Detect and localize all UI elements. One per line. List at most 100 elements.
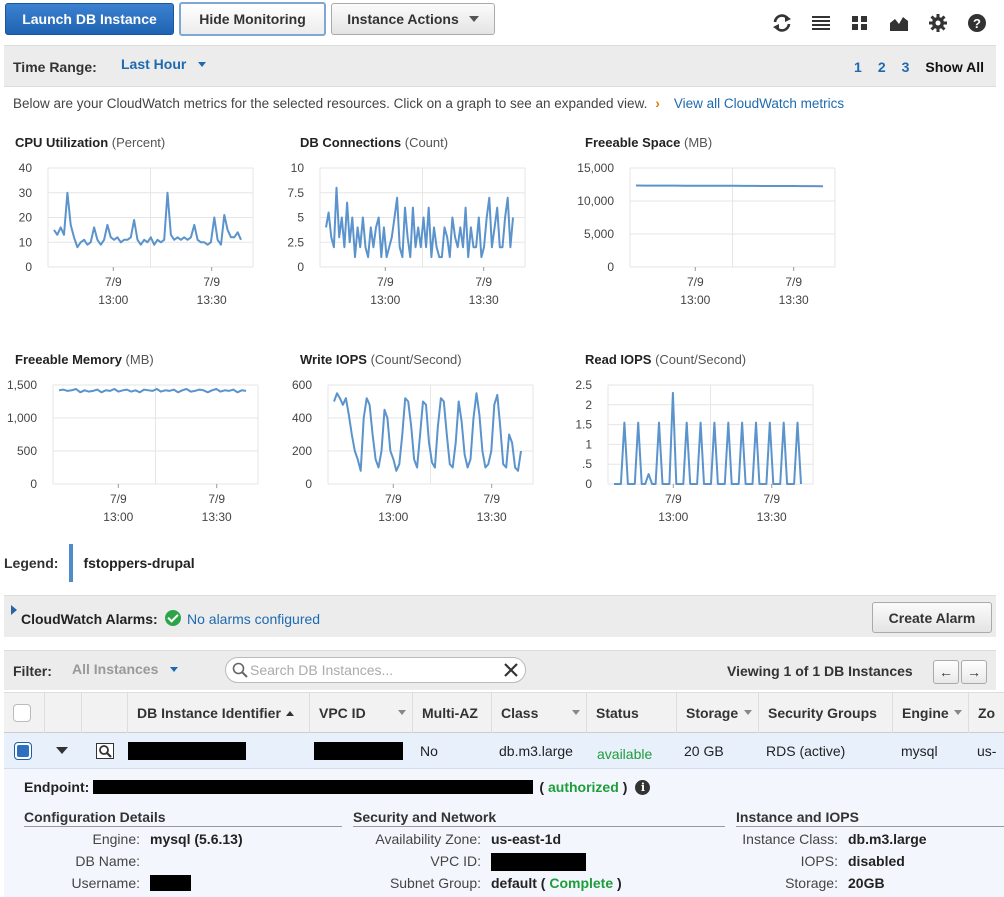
table-row[interactable]: No db.m3.large available 20 GB RDS (acti… xyxy=(4,733,1004,769)
create-alarm-button[interactable]: Create Alarm xyxy=(872,602,992,633)
metric-chart-3[interactable]: Freeable Space (MB) 0 5,000 10,000 15,000 7/9… xyxy=(577,135,850,310)
chart-title: Freeable Space (MB) xyxy=(585,135,712,150)
instance-actions-button[interactable]: Instance Actions xyxy=(331,3,495,35)
top-toolbar: Launch DB Instance Hide Monitoring Insta… xyxy=(0,0,1004,40)
column-header-security-groups[interactable]: Security Groups xyxy=(758,693,892,733)
zoom-column-header xyxy=(81,693,127,733)
column-header-storage-label: Storage xyxy=(686,705,739,721)
column-header-class[interactable]: Class xyxy=(491,693,586,733)
chevron-down-icon xyxy=(198,61,207,67)
legend-series-name: fstoppers-drupal xyxy=(83,555,195,571)
sort-icon xyxy=(744,710,752,715)
expand-row-icon[interactable] xyxy=(56,733,68,769)
view-all-cloudwatch-link[interactable]: View all CloudWatch metrics xyxy=(674,96,844,111)
no-alarms-link[interactable]: No alarms configured xyxy=(187,611,320,627)
hide-monitoring-button[interactable]: Hide Monitoring xyxy=(179,2,326,36)
chart-plot: 0 .5 1 1.5 2 2.5 7/9 13:00 7/9 13:30 xyxy=(575,378,814,524)
x-tick-label: 7/9 xyxy=(385,492,402,506)
chart-plot: 0 5,000 10,000 15,000 7/9 13:00 7/9 13:30 xyxy=(577,161,836,307)
chevron-right-icon: › xyxy=(655,96,660,111)
y-tick-label: 5 xyxy=(297,211,304,225)
metric-chart-6[interactable]: Read IOPS (Count/Second) 0 .5 1 1.5 2 2.5 7/9 13… xyxy=(575,352,850,527)
clear-search-icon[interactable] xyxy=(503,662,519,681)
x-tick-label: 13:30 xyxy=(197,293,227,307)
filter-value: All Instances xyxy=(72,661,159,677)
column-header-vpc-label: VPC ID xyxy=(319,705,366,721)
zoom-details-icon[interactable] xyxy=(96,733,114,769)
metric-chart-1[interactable]: CPU Utilization (Percent) 0 10 20 30 40 7/9 13:… xyxy=(15,135,280,310)
row-checkbox[interactable] xyxy=(14,742,32,760)
filter-dropdown[interactable]: All Instances xyxy=(72,661,179,677)
page-link-3[interactable]: 3 xyxy=(902,59,910,75)
help-icon[interactable]: ? xyxy=(957,12,996,34)
identifier-redacted xyxy=(128,733,246,769)
page-link-1[interactable]: 1 xyxy=(854,59,862,75)
next-page-button[interactable]: → xyxy=(961,660,987,684)
expand-column-header xyxy=(44,693,81,733)
search-input[interactable] xyxy=(250,661,500,679)
series-line xyxy=(614,391,802,485)
subnet-group-value[interactable]: default ( xyxy=(491,875,545,891)
sort-icon xyxy=(954,710,962,715)
column-header-storage[interactable]: Storage xyxy=(676,693,758,733)
show-all-link[interactable]: Show All xyxy=(925,59,984,75)
prev-page-button[interactable]: ← xyxy=(933,660,959,684)
search-icon xyxy=(232,662,248,681)
list-view-icon[interactable] xyxy=(801,12,840,34)
series-line xyxy=(325,186,514,259)
x-tick-label: 7/9 xyxy=(687,275,704,289)
security-network-title: Security and Network xyxy=(353,809,725,827)
y-tick-label: 400 xyxy=(292,411,312,425)
monitoring-pagination: 1 2 3 Show All xyxy=(838,59,984,75)
time-range-dropdown[interactable]: Last Hour xyxy=(121,56,207,72)
column-header-vpc[interactable]: VPC ID xyxy=(309,693,412,733)
alarms-label: CloudWatch Alarms: xyxy=(21,611,158,627)
gear-icon[interactable] xyxy=(918,12,957,34)
x-tick-label: 13:30 xyxy=(477,510,507,524)
x-tick-label: 7/9 xyxy=(785,275,802,289)
chart-title-text: Freeable Memory xyxy=(15,352,122,367)
time-range-label: Time Range: xyxy=(13,59,97,75)
column-header-multi-az[interactable]: Multi-AZ xyxy=(412,693,491,733)
area-chart-icon[interactable] xyxy=(879,12,918,34)
metric-chart-2[interactable]: DB Connections (Count) 0 2.5 5 7.5 10 7/9 13:00… xyxy=(287,135,565,310)
vpc-id-detail-redacted xyxy=(491,853,586,871)
storage-detail-value: 20GB xyxy=(848,875,885,891)
chevron-down-icon xyxy=(468,16,479,22)
page-link-2[interactable]: 2 xyxy=(878,59,886,75)
chart-title: DB Connections (Count) xyxy=(300,135,448,150)
multi-az-value: No xyxy=(420,743,438,759)
metrics-intro: Below are your CloudWatch metrics for th… xyxy=(13,96,844,111)
y-tick-label: 0 xyxy=(297,260,304,274)
endpoint-paren-open: ( xyxy=(539,779,544,795)
y-tick-label: 1,500 xyxy=(7,378,37,392)
x-tick-label: 13:00 xyxy=(98,293,128,307)
x-tick-label: 7/9 xyxy=(763,492,780,506)
metric-chart-5[interactable]: Write IOPS (Count/Second) 0 200 400 600 7/9 13… xyxy=(292,352,565,527)
y-tick-label: 0 xyxy=(585,477,592,491)
chart-unit: (Count) xyxy=(401,135,449,150)
y-tick-label: 10 xyxy=(19,235,33,249)
select-all-checkbox[interactable] xyxy=(13,704,31,722)
info-icon[interactable]: i xyxy=(635,779,651,795)
grid-view-icon[interactable] xyxy=(840,12,879,34)
metric-chart-4[interactable]: Freeable Memory (MB) 0 500 1,000 1,500 7/9 13:… xyxy=(7,352,280,527)
y-tick-label: 2.5 xyxy=(287,235,304,249)
filter-label: Filter: xyxy=(13,663,52,679)
username-label: Username: xyxy=(71,875,140,891)
y-tick-label: 0 xyxy=(30,477,37,491)
column-header-engine[interactable]: Engine xyxy=(892,693,968,733)
series-line xyxy=(333,392,522,472)
time-range-bar: Time Range: Last Hour 1 2 3 Show All xyxy=(4,45,996,87)
column-header-identifier[interactable]: DB Instance Identifier xyxy=(127,693,309,733)
instance-actions-label: Instance Actions xyxy=(347,11,459,27)
security-groups-value[interactable]: RDS (active) xyxy=(766,733,845,769)
y-tick-label: 1,000 xyxy=(7,411,37,425)
refresh-icon[interactable] xyxy=(762,12,801,34)
y-tick-label: 40 xyxy=(19,161,33,175)
column-header-zone[interactable]: Zo xyxy=(968,693,1004,733)
column-header-status[interactable]: Status xyxy=(586,693,676,733)
engine-label: Engine: xyxy=(92,831,140,847)
expand-triangle-icon[interactable] xyxy=(11,605,17,615)
launch-db-instance-button[interactable]: Launch DB Instance xyxy=(5,3,174,35)
